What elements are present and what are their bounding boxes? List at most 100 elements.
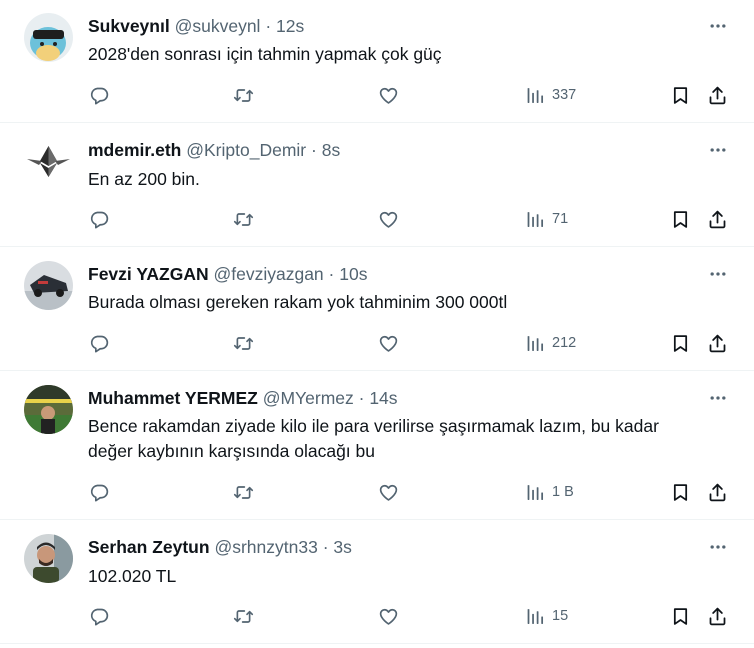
bookmark-button[interactable] xyxy=(670,480,691,504)
tweet-text: En az 200 bin. xyxy=(88,169,200,189)
retweet-button[interactable] xyxy=(233,331,254,355)
retweet-icon xyxy=(233,482,254,503)
like-icon xyxy=(378,333,399,354)
bookmark-button[interactable] xyxy=(670,207,691,231)
tweet-actions: 1 B xyxy=(0,480,754,504)
views-icon xyxy=(525,482,546,503)
avatar[interactable] xyxy=(24,385,73,434)
tweet-text: 102.020 TL xyxy=(88,566,177,586)
retweet-button[interactable] xyxy=(233,604,254,628)
bookmark-icon xyxy=(670,209,691,230)
timestamp[interactable]: 12s xyxy=(276,16,304,36)
like-button[interactable] xyxy=(378,331,399,355)
tweet-actions: 71 xyxy=(0,207,754,231)
avatar-image xyxy=(24,534,73,583)
like-button[interactable] xyxy=(378,604,399,628)
avatar[interactable] xyxy=(24,534,73,583)
bookmark-button[interactable] xyxy=(670,83,691,107)
share-button[interactable] xyxy=(707,331,728,355)
reply-button[interactable] xyxy=(89,480,110,504)
retweet-button[interactable] xyxy=(233,83,254,107)
share-icon xyxy=(707,606,728,627)
share-icon xyxy=(707,333,728,354)
timestamp[interactable]: 8s xyxy=(322,140,340,160)
tweet[interactable]: Muhammet YERMEZ @MYermez · 14s Bence rak… xyxy=(0,372,754,520)
tweet-text-line: Bence rakamdan ziyade kilo ile para veri… xyxy=(88,416,659,436)
tweet-header: Fevzi YAZGAN @fevziyazgan · 10s xyxy=(88,263,367,285)
timestamp[interactable]: 10s xyxy=(339,264,367,284)
more-icon[interactable] xyxy=(704,261,732,287)
more-icon[interactable] xyxy=(704,534,732,560)
bookmark-icon xyxy=(670,606,691,627)
tweet-header: Muhammet YERMEZ @MYermez · 14s xyxy=(88,387,398,409)
views-count: 212 xyxy=(552,335,577,351)
like-icon xyxy=(378,209,399,230)
author-name[interactable]: mdemir.eth xyxy=(88,140,181,160)
retweet-button[interactable] xyxy=(233,207,254,231)
views-button[interactable]: 1 B xyxy=(525,480,574,504)
views-icon xyxy=(525,333,546,354)
tweet[interactable]: mdemir.eth @Kripto_Demir · 8s En az 200 … xyxy=(0,124,754,247)
views-icon xyxy=(525,209,546,230)
author-handle[interactable]: @MYermez xyxy=(263,388,354,408)
author-handle[interactable]: @fevziyazgan xyxy=(213,264,323,284)
views-count: 337 xyxy=(552,87,577,103)
like-button[interactable] xyxy=(378,207,399,231)
tweet-header: Sukveynıl @sukveynl · 12s xyxy=(88,15,304,37)
share-button[interactable] xyxy=(707,83,728,107)
views-count: 71 xyxy=(552,211,569,227)
tweet[interactable]: Sukveynıl @sukveynl · 12s 2028'den sonra… xyxy=(0,0,754,123)
separator-dot: · xyxy=(311,140,317,160)
views-count: 15 xyxy=(552,608,569,624)
more-icon[interactable] xyxy=(704,137,732,163)
timestamp[interactable]: 3s xyxy=(333,537,351,557)
retweet-button[interactable] xyxy=(233,480,254,504)
share-button[interactable] xyxy=(707,604,728,628)
share-button[interactable] xyxy=(707,480,728,504)
avatar[interactable] xyxy=(24,137,73,186)
reply-button[interactable] xyxy=(89,604,110,628)
tweet-text: 2028'den sonrası için tahmin yapmak çok … xyxy=(88,44,442,64)
timestamp[interactable]: 14s xyxy=(369,388,397,408)
tweet-header: mdemir.eth @Kripto_Demir · 8s xyxy=(88,139,340,161)
author-name[interactable]: Sukveynıl xyxy=(88,16,170,36)
reply-icon xyxy=(89,209,110,230)
avatar[interactable] xyxy=(24,13,73,62)
author-handle[interactable]: @srhnzytn33 xyxy=(214,537,317,557)
reply-button[interactable] xyxy=(89,331,110,355)
tweet[interactable]: Fevzi YAZGAN @fevziyazgan · 10s Burada o… xyxy=(0,248,754,371)
more-icon[interactable] xyxy=(704,13,732,39)
reply-icon xyxy=(89,482,110,503)
views-button[interactable]: 71 xyxy=(525,207,568,231)
share-button[interactable] xyxy=(707,207,728,231)
views-button[interactable]: 212 xyxy=(525,331,576,355)
share-icon xyxy=(707,85,728,106)
share-icon xyxy=(707,482,728,503)
separator-dot: · xyxy=(265,16,272,36)
tweet-actions: 15 xyxy=(0,604,754,628)
bookmark-button[interactable] xyxy=(670,331,691,355)
author-name[interactable]: Fevzi YAZGAN xyxy=(88,264,209,284)
bookmark-button[interactable] xyxy=(670,604,691,628)
author-name[interactable]: Muhammet YERMEZ xyxy=(88,388,258,408)
tweet[interactable]: Serhan Zeytun @srhnzytn33 · 3s 102.020 T… xyxy=(0,521,754,644)
author-handle[interactable]: @sukveynl xyxy=(175,16,261,36)
author-handle[interactable]: @Kripto_Demir xyxy=(186,140,306,160)
views-icon xyxy=(525,606,546,627)
like-button[interactable] xyxy=(378,83,399,107)
views-button[interactable]: 337 xyxy=(525,83,576,107)
reply-button[interactable] xyxy=(89,207,110,231)
bookmark-icon xyxy=(670,482,691,503)
more-icon[interactable] xyxy=(704,385,732,411)
avatar[interactable] xyxy=(24,261,73,310)
views-button[interactable]: 15 xyxy=(525,604,568,628)
reply-icon xyxy=(89,85,110,106)
author-name[interactable]: Serhan Zeytun xyxy=(88,537,210,557)
like-button[interactable] xyxy=(378,480,399,504)
avatar-image xyxy=(24,385,73,434)
tweet-feed: Sukveynıl @sukveynl · 12s 2028'den sonra… xyxy=(0,0,754,648)
tweet-actions: 337 xyxy=(0,83,754,107)
like-icon xyxy=(378,482,399,503)
reply-button[interactable] xyxy=(89,83,110,107)
separator-dot: · xyxy=(358,388,365,408)
